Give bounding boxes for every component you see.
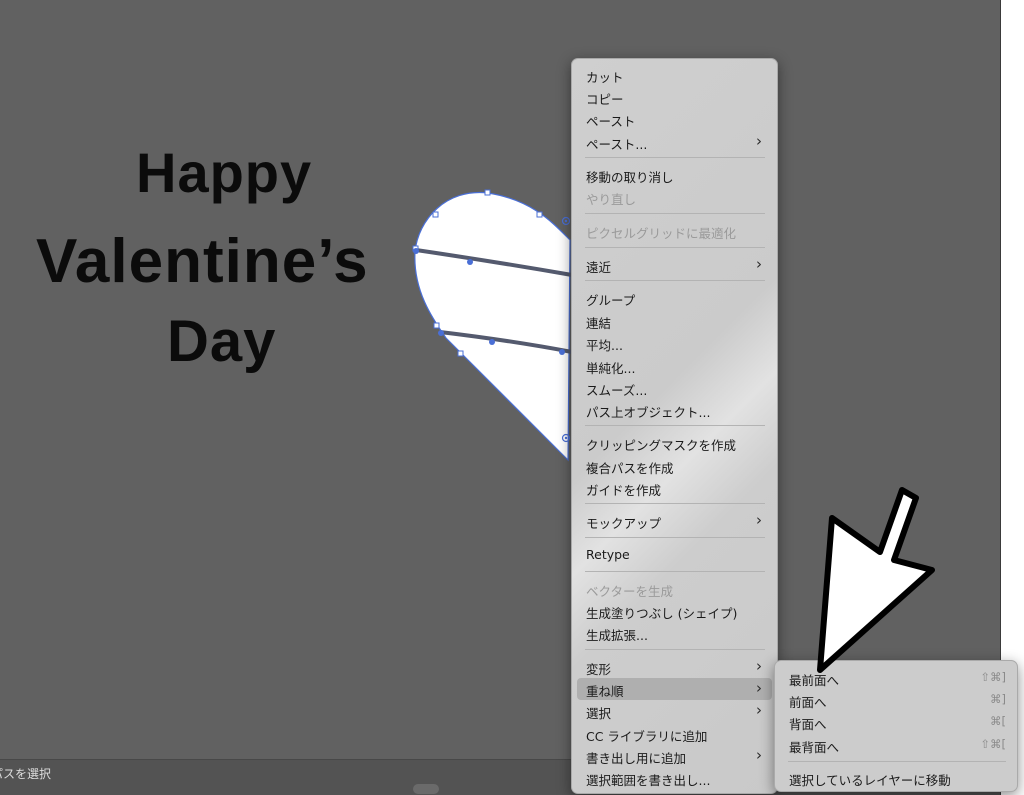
large-arrow-pointer-icon: [817, 487, 935, 673]
